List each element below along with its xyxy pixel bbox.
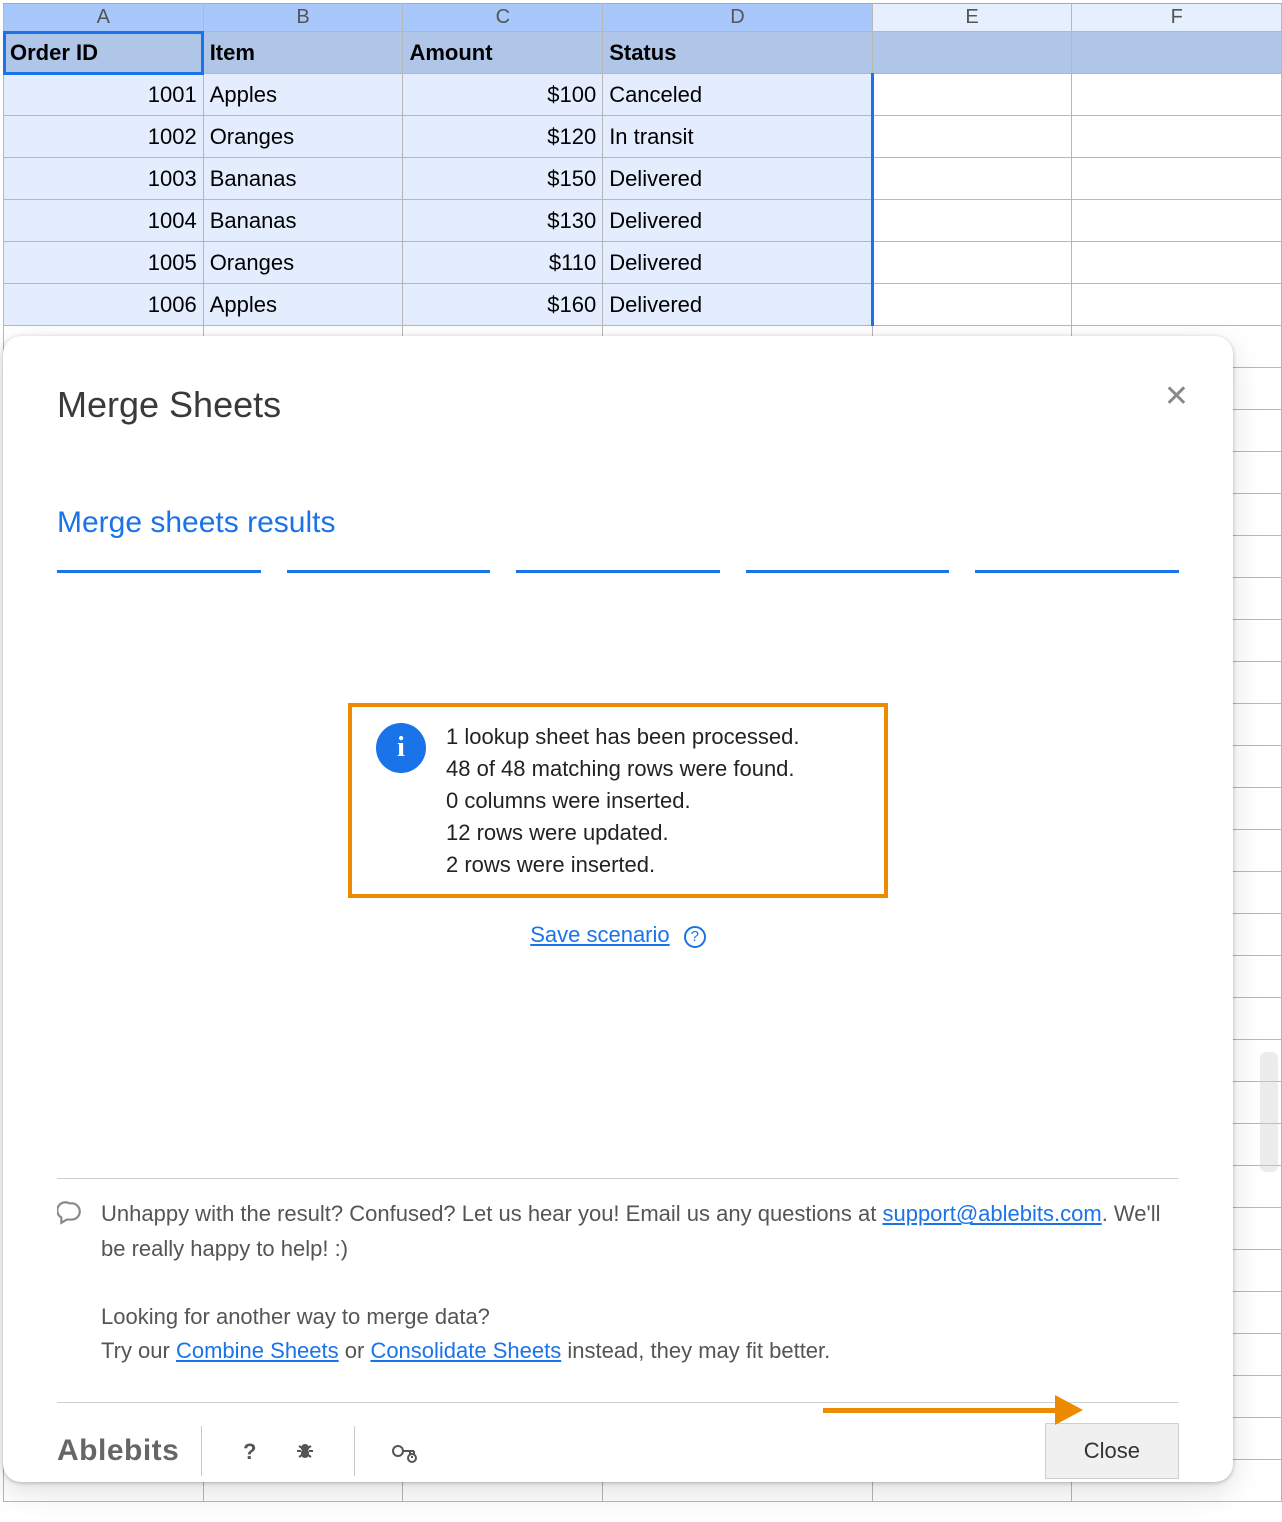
cell-B4[interactable]: Bananas <box>203 158 403 200</box>
help-icon[interactable]: ? <box>684 926 706 948</box>
cell-A6[interactable]: 1005 <box>4 242 204 284</box>
cell-D7[interactable]: Delivered <box>603 284 873 326</box>
col-header-D[interactable]: D <box>603 4 873 32</box>
dialog-subtitle: Merge sheets results <box>57 506 1179 540</box>
cell-D5[interactable]: Delivered <box>603 200 873 242</box>
cell-A4[interactable]: 1003 <box>4 158 204 200</box>
support-email-link[interactable]: support@ablebits.com <box>882 1201 1101 1226</box>
header-row: Order ID Item Amount Status <box>4 32 1282 74</box>
result-line: 0 columns were inserted. <box>446 785 799 817</box>
combine-sheets-link[interactable]: Combine Sheets <box>176 1338 339 1363</box>
chat-icon <box>57 1199 85 1367</box>
info-icon: i <box>376 723 426 773</box>
cell-D1[interactable]: Status <box>603 32 873 74</box>
cell-A3[interactable]: 1002 <box>4 116 204 158</box>
cell-D6[interactable]: Delivered <box>603 242 873 284</box>
results-highlight-box: i 1 lookup sheet has been processed.48 o… <box>348 703 888 898</box>
cell-F3[interactable] <box>1072 116 1282 158</box>
cell-D4[interactable]: Delivered <box>603 158 873 200</box>
cell-F1[interactable] <box>1072 32 1282 74</box>
help-question-icon[interactable]: ? <box>234 1434 268 1468</box>
cell-C2[interactable]: $100 <box>403 74 603 116</box>
close-icon[interactable]: ✕ <box>1164 382 1189 412</box>
scrollbar-thumb[interactable] <box>1260 1052 1278 1172</box>
col-header-E[interactable]: E <box>872 4 1072 32</box>
col-header-B[interactable]: B <box>203 4 403 32</box>
col-header-C[interactable]: C <box>403 4 603 32</box>
cell-D3[interactable]: In transit <box>603 116 873 158</box>
cell-E6[interactable] <box>872 242 1072 284</box>
dialog-title: Merge Sheets <box>57 384 1179 426</box>
result-line: 2 rows were inserted. <box>446 849 799 881</box>
result-line: 12 rows were updated. <box>446 817 799 849</box>
result-line: 48 of 48 matching rows were found. <box>446 753 799 785</box>
table-row[interactable]: 1002Oranges$120In transit <box>4 116 1282 158</box>
table-row[interactable]: 1004Bananas$130Delivered <box>4 200 1282 242</box>
cell-A2[interactable]: 1001 <box>4 74 204 116</box>
cell-E3[interactable] <box>872 116 1072 158</box>
result-line: 1 lookup sheet has been processed. <box>446 721 799 753</box>
cell-A1[interactable]: Order ID <box>4 32 204 74</box>
cell-C6[interactable]: $110 <box>403 242 603 284</box>
cell-B7[interactable]: Apples <box>203 284 403 326</box>
help-feedback-block: Unhappy with the result? Confused? Let u… <box>57 1197 1179 1367</box>
column-letter-row: A B C D E F <box>4 4 1282 32</box>
cell-F6[interactable] <box>1072 242 1282 284</box>
save-scenario-link[interactable]: Save scenario <box>530 922 669 947</box>
cell-E7[interactable] <box>872 284 1072 326</box>
cell-B6[interactable]: Oranges <box>203 242 403 284</box>
consolidate-sheets-link[interactable]: Consolidate Sheets <box>370 1338 561 1363</box>
cell-A7[interactable]: 1006 <box>4 284 204 326</box>
table-row[interactable]: 1006Apples$160Delivered <box>4 284 1282 326</box>
cell-E1[interactable] <box>872 32 1072 74</box>
svg-text:?: ? <box>243 1439 256 1463</box>
col-header-A[interactable]: A <box>4 4 204 32</box>
cell-D2[interactable]: Canceled <box>603 74 873 116</box>
cell-B1[interactable]: Item <box>203 32 403 74</box>
cell-C5[interactable]: $130 <box>403 200 603 242</box>
cell-B3[interactable]: Oranges <box>203 116 403 158</box>
progress-steps <box>57 570 1179 573</box>
cell-C4[interactable]: $150 <box>403 158 603 200</box>
cell-F7[interactable] <box>1072 284 1282 326</box>
cell-B2[interactable]: Apples <box>203 74 403 116</box>
cell-B5[interactable]: Bananas <box>203 200 403 242</box>
dialog-footer: Ablebits ? Close <box>57 1423 1179 1479</box>
key-info-icon[interactable] <box>387 1434 421 1468</box>
cell-E5[interactable] <box>872 200 1072 242</box>
merge-sheets-dialog: Merge Sheets ✕ Merge sheets results i 1 … <box>3 336 1233 1482</box>
close-button[interactable]: Close <box>1045 1423 1179 1479</box>
table-row[interactable]: 1005Oranges$110Delivered <box>4 242 1282 284</box>
brand-logo: Ablebits <box>57 1434 179 1468</box>
cell-F4[interactable] <box>1072 158 1282 200</box>
cell-F2[interactable] <box>1072 74 1282 116</box>
cell-C3[interactable]: $120 <box>403 116 603 158</box>
cell-F5[interactable] <box>1072 200 1282 242</box>
bug-icon[interactable] <box>288 1434 322 1468</box>
cell-C7[interactable]: $160 <box>403 284 603 326</box>
table-row[interactable]: 1003Bananas$150Delivered <box>4 158 1282 200</box>
col-header-F[interactable]: F <box>1072 4 1282 32</box>
table-row[interactable]: 1001Apples$100Canceled <box>4 74 1282 116</box>
cell-A5[interactable]: 1004 <box>4 200 204 242</box>
cell-E2[interactable] <box>872 74 1072 116</box>
results-text: 1 lookup sheet has been processed.48 of … <box>446 721 799 880</box>
cell-E4[interactable] <box>872 158 1072 200</box>
help-text: Unhappy with the result? Confused? Let u… <box>101 1201 882 1226</box>
cell-C1[interactable]: Amount <box>403 32 603 74</box>
